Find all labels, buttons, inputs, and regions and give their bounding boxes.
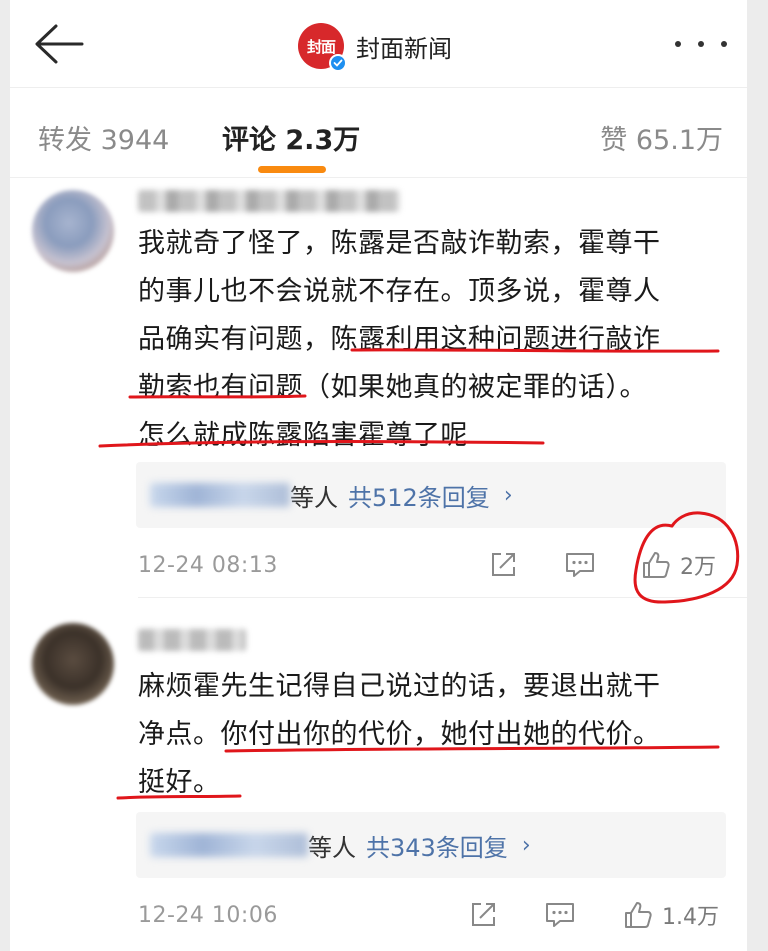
thumbs-up-icon: [625, 902, 652, 928]
tab-likes[interactable]: 赞 65.1万: [600, 118, 723, 157]
comment-line: 我就奇了怪了，陈露是否敲诈勒索，霍尊干: [138, 228, 661, 259]
comment-meta: 12-24 08:13 2万: [138, 545, 728, 585]
more-dot: [675, 41, 681, 47]
active-tab-indicator: [258, 166, 326, 173]
tab-reposts[interactable]: 转发 3944: [38, 118, 169, 157]
comment-line: 品确实有问题，陈露利用这种问题进行敲诈: [138, 324, 661, 355]
chevron-right-icon: ›: [503, 482, 513, 508]
username-blurred[interactable]: [138, 190, 400, 212]
comment-line: 挺好。: [138, 767, 221, 798]
verified-badge-icon: [329, 54, 347, 72]
avatar[interactable]: [32, 623, 114, 705]
reply-users-blurred: [150, 833, 308, 857]
username-blurred[interactable]: [138, 629, 246, 651]
back-button[interactable]: [32, 22, 84, 66]
reply-preview[interactable]: 等人 共343条回复 ›: [136, 812, 726, 878]
comment-divider: [138, 597, 747, 598]
reply-users-blurred: [150, 483, 290, 507]
comment-text: 我就奇了怪了，陈露是否敲诈勒索，霍尊干 的事儿也不会说就不存在。顶多说，霍尊人 …: [138, 220, 728, 460]
avatar[interactable]: [32, 190, 114, 272]
comment-line: 勒索也有问题（如果她真的被定罪的话）。: [138, 372, 647, 403]
reply-button[interactable]: [544, 900, 576, 930]
like-count: 2万: [680, 555, 716, 580]
comment-icon: [566, 553, 594, 577]
share-icon: [492, 553, 515, 576]
top-bar: 封面 封面新闻: [10, 0, 747, 88]
page-title: 封面新闻: [356, 34, 452, 63]
comment-item: 麻烦霍先生记得自己说过的话，要退出就干 净点。你付出你的代价，她付出她的代价。 …: [10, 615, 747, 951]
reply-users-suffix: 等人: [290, 483, 338, 512]
chevron-right-icon: ›: [521, 832, 531, 858]
comment-time: 12-24 10:06: [138, 902, 278, 928]
tab-bar: 转发 3944 评论 2.3万 赞 65.1万: [10, 88, 747, 178]
reply-count-link[interactable]: 共512条回复: [348, 478, 490, 513]
reply-button[interactable]: [564, 550, 596, 580]
reply-users-suffix: 等人: [308, 833, 356, 862]
comment-icon: [546, 903, 574, 927]
share-icon: [472, 903, 495, 926]
account-title[interactable]: 封面 封面新闻: [298, 22, 452, 72]
comment-meta: 12-24 10:06 1.4万: [138, 895, 728, 935]
account-logo: 封面: [298, 23, 347, 72]
logo-text: 封面: [306, 37, 336, 56]
like-button[interactable]: 1.4万: [622, 899, 719, 931]
more-button[interactable]: [675, 26, 727, 62]
comment-item: 我就奇了怪了，陈露是否敲诈勒索，霍尊干 的事儿也不会说就不存在。顶多说，霍尊人 …: [10, 180, 747, 600]
more-dot: [698, 41, 704, 47]
comment-line: 怎么就成陈露陷害霍尊了呢: [138, 420, 468, 451]
thumbs-up-icon: [643, 552, 670, 578]
tab-comments[interactable]: 评论 2.3万: [222, 118, 360, 157]
comment-time: 12-24 08:13: [138, 552, 278, 578]
more-dot: [721, 41, 727, 47]
comment-text: 麻烦霍先生记得自己说过的话，要退出就干 净点。你付出你的代价，她付出她的代价。 …: [138, 663, 728, 807]
arrow-left-icon: [35, 24, 84, 64]
comment-line: 麻烦霍先生记得自己说过的话，要退出就干: [138, 671, 661, 702]
like-button[interactable]: 2万: [640, 549, 716, 581]
comment-line: 的事儿也不会说就不存在。顶多说，霍尊人: [138, 276, 661, 307]
weibo-detail-page: 封面 封面新闻 转发 3944 评论 2.3万 赞 65.1万 我就奇了怪了，陈…: [10, 0, 747, 951]
reply-count-link[interactable]: 共343条回复: [366, 828, 508, 863]
like-count: 1.4万: [662, 905, 719, 930]
comment-line: 净点。你付出你的代价，她付出她的代价。: [138, 719, 661, 750]
share-button[interactable]: [468, 900, 498, 930]
share-button[interactable]: [488, 550, 518, 580]
reply-preview[interactable]: 等人 共512条回复 ›: [136, 462, 726, 528]
